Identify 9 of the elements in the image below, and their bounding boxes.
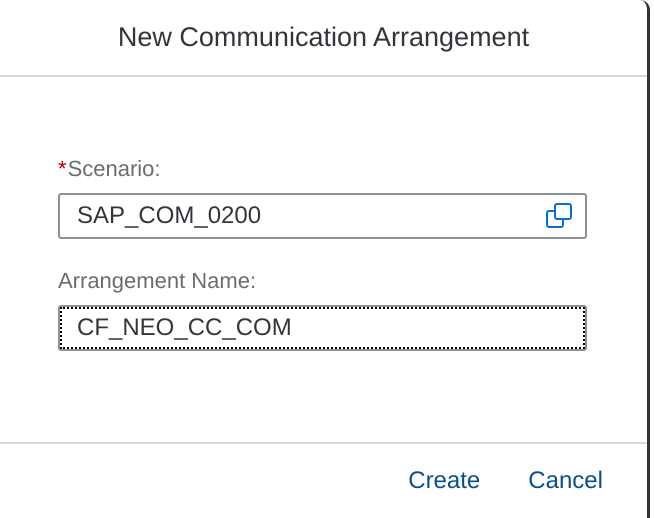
input-field[interactable]: SAP_COM_0200 [58, 193, 587, 239]
field-label: Arrangement Name: [58, 268, 256, 294]
required-mark: * [58, 156, 67, 182]
input-field[interactable]: CF_NEO_CC_COM [58, 305, 587, 351]
dialog-title: New Communication Arrangement [118, 22, 530, 53]
dialog-button[interactable]: Create [402, 463, 486, 499]
field-label: Scenario: [68, 156, 161, 182]
value-help-icon[interactable] [545, 202, 573, 230]
dialog-button[interactable]: Cancel [522, 463, 609, 499]
